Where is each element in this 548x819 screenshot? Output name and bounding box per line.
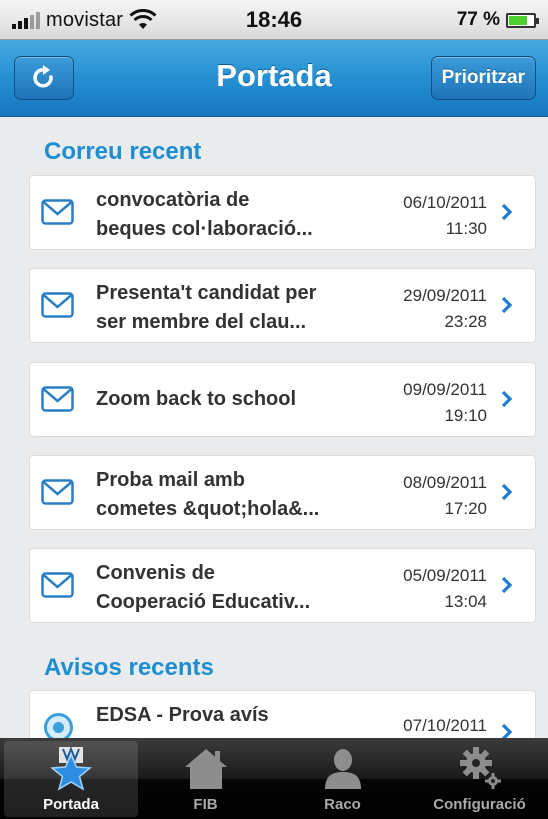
chevron-right-icon: [501, 390, 513, 408]
mail-subject: Convenis de Cooperació Educativ...: [96, 562, 311, 613]
star-icon: [50, 746, 92, 791]
tab-bar: Portada FIB Raco Configuració: [0, 738, 548, 819]
house-icon: [184, 749, 227, 789]
notice-title: EDSA - Prova avís: [96, 704, 269, 726]
gear-icon: [459, 747, 501, 789]
main-content[interactable]: Correu recent convocatòria de beques col·…: [0, 118, 548, 738]
envelope-icon: [41, 292, 74, 318]
envelope-icon: [41, 479, 74, 505]
battery-icon: [506, 12, 539, 28]
mail-date: 05/09/2011 13:04: [403, 566, 487, 611]
mail-subject: Presenta't candidat per ser membre del cl…: [96, 282, 317, 333]
mail-subject: convocatòria de beques col·laboració...: [96, 189, 313, 240]
person-icon: [324, 749, 361, 789]
envelope-icon: [41, 572, 74, 598]
notice-date: 07/10/2011: [403, 716, 487, 735]
envelope-icon: [41, 199, 74, 225]
battery-percent: 77 %: [456, 9, 500, 30]
tab-label: Portada: [43, 796, 99, 813]
tab-configuracio[interactable]: Configuració: [411, 741, 548, 817]
prioritize-button[interactable]: Prioritzar: [430, 56, 536, 100]
mail-date: 08/09/2011 17:20: [403, 473, 487, 518]
tab-label: Configuració: [433, 796, 526, 813]
tab-fib[interactable]: FIB: [137, 741, 274, 817]
chevron-right-icon: [501, 483, 513, 501]
mail-list-item[interactable]: Convenis de Cooperació Educativ... 05/09/…: [30, 549, 535, 622]
section-title-mail: Correu recent: [44, 138, 202, 165]
chevron-right-icon: [501, 576, 513, 594]
notice-list-item[interactable]: EDSA - Prova avís 07/10/2011: [30, 691, 535, 738]
notice-icon: [44, 713, 73, 738]
envelope-icon: [41, 386, 74, 412]
tab-label: FIB: [193, 796, 218, 813]
mail-date: 06/10/2011 11:30: [403, 193, 487, 238]
mail-list-item[interactable]: convocatòria de beques col·laboració... 0…: [30, 176, 535, 249]
mail-date: 09/09/2011 19:10: [403, 380, 487, 425]
tab-label: Raco: [324, 796, 361, 813]
section-title-notices: Avisos recents: [44, 654, 214, 681]
tab-raco[interactable]: Raco: [274, 741, 411, 817]
tab-portada[interactable]: Portada: [4, 741, 138, 817]
status-bar: movistar 18:46 77 %: [0, 0, 548, 40]
mail-list-item[interactable]: Proba mail amb cometes &quot;hola&... 08/…: [30, 456, 535, 529]
mail-list-item[interactable]: Zoom back to school 09/09/2011 19:10: [30, 363, 535, 436]
mail-list-item[interactable]: Presenta't candidat per ser membre del cl…: [30, 269, 535, 342]
mail-subject: Zoom back to school: [96, 388, 297, 410]
mail-subject: Proba mail amb cometes &quot;hola&...: [96, 469, 320, 520]
chevron-right-icon: [501, 723, 513, 738]
nav-bar: Portada Prioritzar: [0, 40, 548, 117]
chevron-right-icon: [501, 203, 513, 221]
mail-date: 29/09/2011 23:28: [403, 286, 487, 331]
chevron-right-icon: [501, 296, 513, 314]
